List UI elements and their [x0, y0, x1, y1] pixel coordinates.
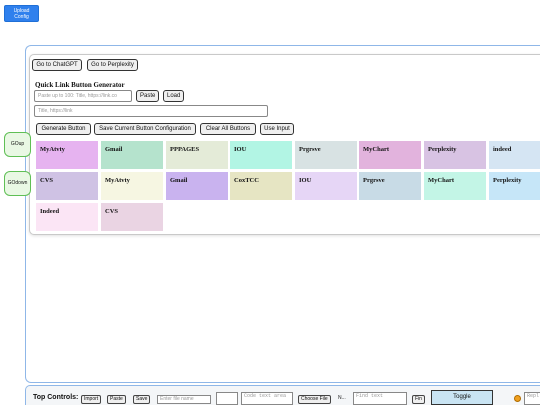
- paste-button[interactable]: Paste: [136, 90, 159, 102]
- use-input-button[interactable]: Use Input: [260, 123, 294, 135]
- save-configuration-button[interactable]: Save Current Button Configuration: [94, 123, 196, 135]
- upload-config-line2: Config: [14, 14, 29, 20]
- quick-link-tile[interactable]: Prgrsve: [295, 141, 357, 169]
- code-text-area[interactable]: Code text area: [241, 392, 293, 405]
- choose-file-button[interactable]: Choose File: [298, 395, 331, 404]
- bottom-save-button[interactable]: Save: [133, 395, 151, 404]
- file-name-input[interactable]: Enter file name: [157, 395, 211, 404]
- generate-button[interactable]: Generate Button: [36, 123, 91, 135]
- bottom-paste-button[interactable]: Paste: [107, 395, 126, 404]
- quick-link-tile[interactable]: MyChart: [359, 141, 421, 169]
- go-up-button[interactable]: GOup: [4, 132, 31, 157]
- quick-link-tile[interactable]: Prgrsve: [359, 172, 421, 200]
- warning-dot-icon: [514, 395, 521, 402]
- import-button[interactable]: Import: [81, 395, 102, 404]
- quick-link-tile[interactable]: CoxTCC: [230, 172, 292, 200]
- blank-field[interactable]: [216, 392, 238, 405]
- quick-link-tile[interactable]: IOU: [230, 141, 292, 169]
- top-controls-label: Top Controls:: [33, 394, 79, 401]
- go-to-chatgpt-button[interactable]: Go to ChatGPT: [32, 59, 82, 71]
- find-text-input[interactable]: Find text: [353, 392, 407, 405]
- quick-link-tile[interactable]: MyChart: [424, 172, 486, 200]
- quick-link-tile[interactable]: IOU: [295, 172, 357, 200]
- quick-link-tile[interactable]: Indeed: [36, 203, 98, 231]
- find-button[interactable]: Fin: [412, 395, 425, 404]
- upload-config-button[interactable]: Upload Config: [4, 5, 39, 22]
- bulk-paste-input[interactable]: Paste up to 100: Title, https://link.co: [34, 90, 132, 102]
- quick-link-tile[interactable]: CVS: [36, 172, 98, 200]
- quick-link-tile[interactable]: Perplexity: [489, 172, 540, 200]
- quick-link-tile[interactable]: Gmail: [166, 172, 228, 200]
- quick-link-tile[interactable]: CVS: [101, 203, 163, 231]
- quick-link-tile[interactable]: Gmail: [101, 141, 163, 169]
- no-file-text: N...: [338, 395, 346, 401]
- load-button[interactable]: Load: [163, 90, 184, 102]
- quick-link-tile[interactable]: PPPAGES: [166, 141, 228, 169]
- replace-input[interactable]: Repl: [524, 392, 540, 405]
- quick-link-tile[interactable]: MyAtvty: [36, 141, 98, 169]
- quick-link-tile[interactable]: MyAtvty: [101, 172, 163, 200]
- go-down-button[interactable]: GOdown: [4, 171, 31, 196]
- quick-link-tile[interactable]: Perplexity: [424, 141, 486, 169]
- clear-all-buttons-button[interactable]: Clear All Buttons: [200, 123, 256, 135]
- go-to-perplexity-button[interactable]: Go to Perplexity: [87, 59, 138, 71]
- quick-link-tile[interactable]: indeed: [489, 141, 540, 169]
- toggle-html-rendered-button[interactable]: Toggle HTML/Rendered: [431, 390, 493, 405]
- generator-title: Quick Link Button Generator: [35, 81, 125, 89]
- title-link-input[interactable]: Title, https://link: [34, 105, 268, 117]
